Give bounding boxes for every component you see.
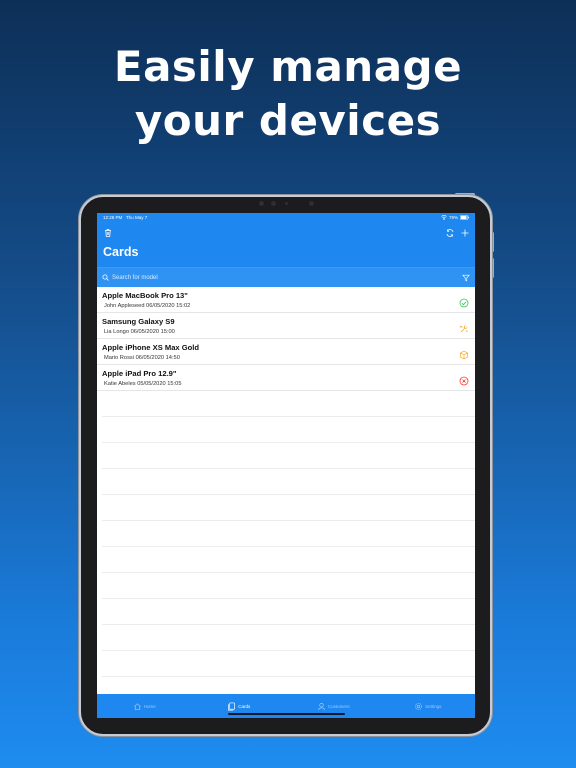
card-model: Apple iPhone XS Max Gold: [102, 343, 200, 352]
person-icon: [317, 702, 326, 711]
ipad-frame: 12:28 PM Thu May 7 79% Cards Search for …: [79, 195, 492, 736]
tab-label: Customers: [327, 703, 350, 709]
page-title: Cards: [103, 245, 139, 259]
status-bar: 12:28 PM Thu May 7 79%: [97, 213, 475, 222]
home-icon: [133, 702, 142, 711]
card-row[interactable]: Samsung Galaxy S9 Lia Longo 06/05/2020 15…: [97, 313, 475, 339]
empty-list-row: [102, 625, 475, 651]
search-bar[interactable]: Search for model: [97, 267, 475, 287]
empty-list-row: [102, 443, 475, 469]
sensor-dot: [285, 202, 288, 205]
tools-icon: [459, 321, 469, 333]
x-circle-icon: [459, 373, 469, 386]
battery-icon: [460, 215, 469, 220]
card-owner-date: Mario Rossi 06/05/2020 14:50: [104, 355, 180, 361]
plus-icon[interactable]: [460, 228, 470, 238]
navigation-bar: Cards: [97, 222, 475, 267]
card-owner-date: John Appleseed 06/05/2020 15:02: [104, 303, 191, 309]
card-row[interactable]: Apple MacBook Pro 13" John Appleseed 06/0…: [97, 287, 475, 313]
empty-list-row: [102, 469, 475, 495]
empty-list-row: [102, 521, 475, 547]
search-input[interactable]: Search for model: [112, 275, 158, 281]
cards-icon: [227, 702, 236, 711]
empty-list-row: [102, 651, 475, 677]
empty-list-row: [102, 495, 475, 521]
battery-percent: 79%: [448, 215, 458, 220]
headline: Easily manage your devices: [0, 40, 576, 148]
tab-home[interactable]: Home: [97, 694, 192, 718]
card-owner-date: Lia Longo 06/05/2020 15:00: [104, 329, 175, 335]
empty-list-row: [102, 547, 475, 573]
gear-icon: [414, 702, 423, 711]
trash-icon[interactable]: [103, 228, 113, 238]
box-icon: [459, 347, 469, 360]
card-model: Samsung Galaxy S9: [102, 317, 175, 326]
sensor-dot: [259, 201, 264, 206]
card-row[interactable]: Apple iPad Pro 12.9" Katie Abeles 05/05/2…: [97, 365, 475, 391]
tab-settings[interactable]: Settings: [381, 694, 476, 718]
sensor-dot: [309, 201, 314, 206]
empty-list-row: [102, 573, 475, 599]
card-list: Apple MacBook Pro 13" John Appleseed 06/0…: [97, 287, 475, 703]
headline-line-1: Easily manage: [113, 42, 463, 91]
status-date: Thu May 7: [125, 215, 148, 220]
wifi-icon: [441, 215, 447, 220]
empty-list-row: [102, 599, 475, 625]
empty-list-row: [102, 391, 475, 417]
search-icon: [102, 274, 109, 281]
home-indicator: [228, 713, 345, 715]
headline-line-2: your devices: [134, 96, 442, 145]
check-icon: [459, 295, 469, 308]
filter-icon[interactable]: [462, 274, 470, 282]
status-time: 12:28 PM: [103, 215, 123, 220]
tab-label: Cards: [238, 703, 251, 709]
app-screen: 12:28 PM Thu May 7 79% Cards Search for …: [97, 213, 475, 718]
camera-lens: [271, 201, 276, 206]
sync-icon[interactable]: [445, 228, 455, 238]
card-owner-date: Katie Abeles 05/05/2020 15:05: [104, 381, 182, 387]
card-row[interactable]: Apple iPhone XS Max Gold Mario Rossi 06/0…: [97, 339, 475, 365]
empty-list-row: [102, 417, 475, 443]
tab-label: Settings: [425, 703, 442, 709]
card-model: Apple iPad Pro 12.9": [102, 369, 177, 378]
card-model: Apple MacBook Pro 13": [102, 291, 188, 300]
tab-label: Home: [143, 703, 156, 709]
